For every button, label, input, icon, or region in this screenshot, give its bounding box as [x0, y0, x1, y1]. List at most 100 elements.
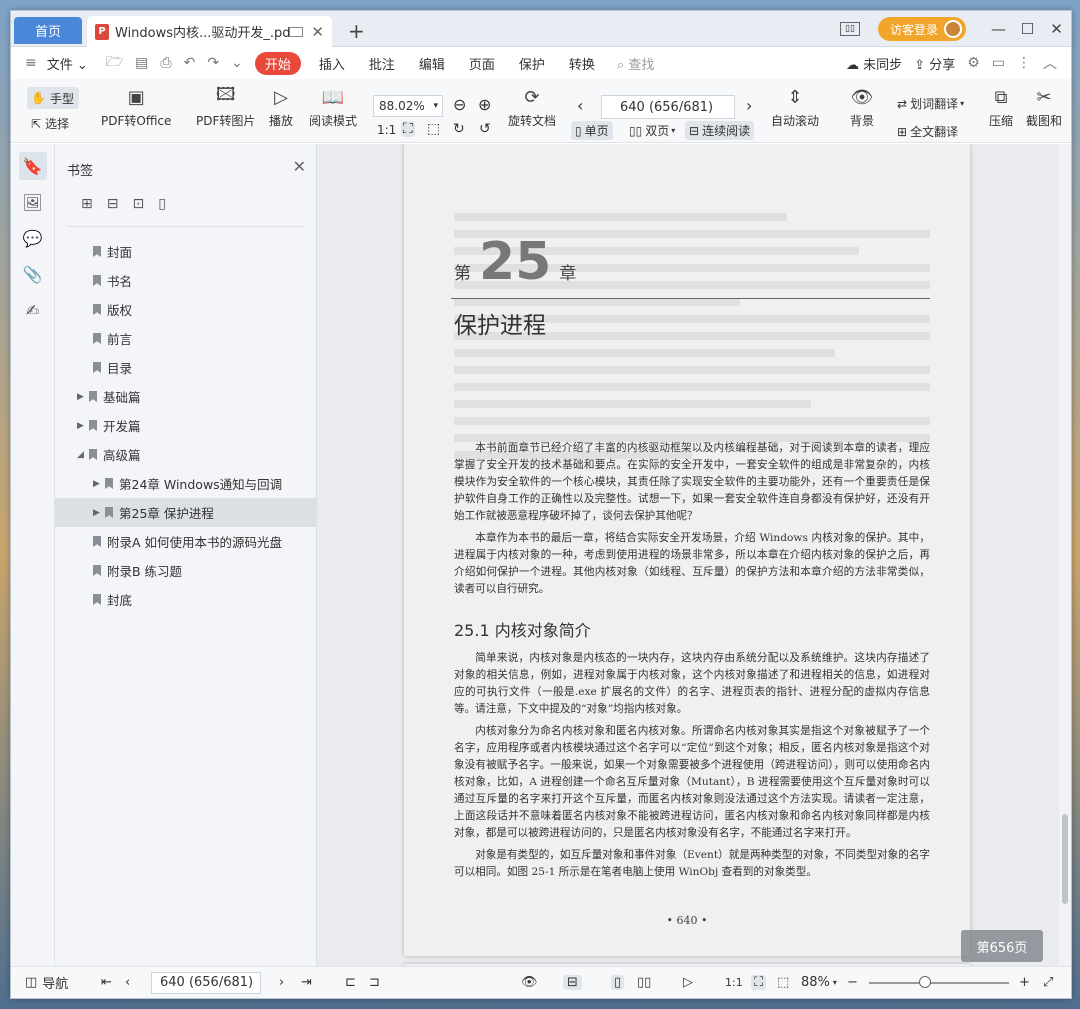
- expand-arrow-icon[interactable]: ▶: [93, 479, 103, 489]
- bookmark-item[interactable]: 前言: [55, 324, 316, 353]
- previous-page-icon[interactable]: ‹: [125, 975, 130, 990]
- visitor-login-button[interactable]: 访客登录: [877, 17, 966, 41]
- bookmark-item[interactable]: 目录: [55, 353, 316, 382]
- sync-status[interactable]: ☁ 未同步: [846, 54, 902, 73]
- comment-icon[interactable]: 💬: [19, 224, 47, 252]
- select-tool-button[interactable]: ⇱ 选择: [31, 115, 69, 132]
- bookmark-item[interactable]: ▶ 第24章 Windows通知与回调: [55, 469, 316, 498]
- single-page-icon[interactable]: ▯: [611, 975, 625, 990]
- background-button[interactable]: 👁 背景: [849, 85, 875, 129]
- expand-arrow-icon[interactable]: ▶: [77, 421, 87, 431]
- settings-icon[interactable]: ⚙: [967, 55, 980, 71]
- save-icon[interactable]: ▤: [135, 55, 148, 71]
- document-tab[interactable]: P Windows内核...驱动开发_.pdf ✕: [87, 16, 332, 47]
- bookmark-icon[interactable]: 🔖: [18, 152, 47, 180]
- eye-protection-icon[interactable]: 👁: [521, 975, 538, 990]
- vertical-scrollbar[interactable]: [1059, 144, 1071, 966]
- double-page-button[interactable]: ▯▯ 双页 ▾: [629, 122, 675, 139]
- close-window-button[interactable]: ✕: [1042, 20, 1071, 38]
- continuous-reading-button[interactable]: ⊟ 连续阅读: [685, 121, 755, 140]
- rotate-left-icon[interactable]: ↻: [453, 121, 465, 137]
- expand-arrow-icon[interactable]: ▶: [93, 508, 103, 518]
- full-translate-button[interactable]: ⊞ 全文翻译: [897, 123, 958, 140]
- forward-icon[interactable]: ⊐: [369, 975, 380, 990]
- minimize-button[interactable]: —: [984, 20, 1013, 38]
- navigation-toggle[interactable]: ◫ 导航: [25, 973, 68, 992]
- open-folder-icon[interactable]: 🗁: [106, 51, 123, 75]
- zoom-in-icon[interactable]: ⊕: [478, 95, 491, 114]
- menu-protect[interactable]: 保护: [519, 54, 545, 73]
- zoom-select[interactable]: 88.02% ▾: [373, 95, 443, 117]
- home-tab[interactable]: 首页: [14, 17, 82, 44]
- thumbnail-icon[interactable]: 🖼: [19, 188, 47, 216]
- last-page-icon[interactable]: ⇥: [301, 975, 312, 990]
- back-icon[interactable]: ⊏: [345, 975, 356, 990]
- fit-width-icon[interactable]: ⬚: [777, 975, 789, 990]
- bookmark-item[interactable]: 书名: [55, 266, 316, 295]
- next-page-icon[interactable]: ›: [279, 975, 284, 990]
- rotate-document-button[interactable]: ⟳ 旋转文档: [508, 85, 556, 129]
- more-icon[interactable]: ⋮: [1017, 55, 1031, 71]
- play-button[interactable]: ▷ 播放: [268, 85, 294, 129]
- collapse-arrow-icon[interactable]: ◢: [77, 450, 87, 460]
- menu-page[interactable]: 页面: [469, 54, 495, 73]
- bookmark-item[interactable]: 封底: [55, 585, 316, 614]
- add-bookmark-icon[interactable]: ⊟: [107, 196, 119, 212]
- bookmark-item[interactable]: 附录A 如何使用本书的源码光盘: [55, 527, 316, 556]
- collapse-ribbon-icon[interactable]: ︿: [1043, 53, 1057, 73]
- word-translate-button[interactable]: ⇄ 划词翻译 ▾: [897, 95, 964, 112]
- fit-width-icon[interactable]: ⬚: [427, 121, 440, 137]
- page-number-input[interactable]: 640 (656/681): [601, 95, 735, 119]
- zoom-dropdown[interactable]: 88% ▾: [801, 975, 837, 990]
- comment-icon[interactable]: ▭: [992, 55, 1005, 71]
- fit-page-icon[interactable]: ⛶: [751, 975, 767, 990]
- add-child-bookmark-icon[interactable]: ⊞: [81, 196, 93, 212]
- bookmark-item[interactable]: ◢ 高级篇: [55, 440, 316, 469]
- new-tab-button[interactable]: +: [348, 19, 365, 43]
- menu-convert[interactable]: 转换: [569, 54, 595, 73]
- double-page-icon[interactable]: ▯▯: [637, 975, 651, 990]
- bookmark-item[interactable]: 附录B 练习题: [55, 556, 316, 585]
- menu-file[interactable]: 文件 ⌄: [47, 54, 88, 73]
- bookmark-add-icon[interactable]: ⊡: [132, 196, 144, 212]
- share-button[interactable]: ⇪ 分享: [914, 54, 955, 73]
- rotate-right-icon[interactable]: ↺: [479, 121, 491, 137]
- close-tab-icon[interactable]: ✕: [311, 23, 324, 41]
- signature-icon[interactable]: ✍: [19, 296, 47, 324]
- previous-page-icon[interactable]: ‹: [577, 96, 583, 115]
- first-page-icon[interactable]: ⇤: [101, 975, 112, 990]
- actual-size-icon[interactable]: 1:1: [725, 976, 743, 989]
- tab-layout-icon[interactable]: ▯▯: [839, 22, 860, 36]
- bookmark-item[interactable]: 封面: [55, 237, 316, 266]
- actual-size-icon[interactable]: 1:1: [377, 123, 396, 137]
- scrollbar-thumb[interactable]: [1062, 814, 1068, 904]
- expand-arrow-icon[interactable]: ▶: [77, 392, 87, 402]
- menu-annotate[interactable]: 批注: [369, 54, 395, 73]
- bookmark-remove-icon[interactable]: ▯: [158, 196, 166, 212]
- zoom-out-icon[interactable]: −: [847, 975, 858, 990]
- zoom-in-icon[interactable]: +: [1019, 975, 1030, 990]
- print-icon[interactable]: ⎙: [160, 55, 171, 71]
- attachment-icon[interactable]: 📎: [19, 260, 47, 288]
- pdf-to-image-button[interactable]: 🖾 PDF转图片: [196, 84, 255, 129]
- compress-button[interactable]: ⧉ 压缩: [988, 85, 1014, 129]
- bookmark-item[interactable]: 版权: [55, 295, 316, 324]
- bookmark-item-selected[interactable]: ▶ 第25章 保护进程: [55, 498, 317, 527]
- continuous-icon[interactable]: ⊟: [563, 975, 582, 990]
- screenshot-button[interactable]: ✂ 截图和: [1026, 85, 1062, 129]
- single-page-button[interactable]: ▯ 单页: [571, 121, 613, 140]
- float-window-icon[interactable]: [289, 26, 304, 37]
- play-icon[interactable]: ▷: [683, 975, 693, 990]
- menu-insert[interactable]: 插入: [319, 54, 345, 73]
- hand-tool-button[interactable]: ✋ 手型: [27, 87, 79, 109]
- reading-mode-button[interactable]: 📖 阅读模式: [309, 85, 357, 129]
- menu-edit[interactable]: 编辑: [419, 54, 445, 73]
- pdf-to-office-button[interactable]: ▣ PDF转Office: [101, 85, 171, 129]
- zoom-slider-handle[interactable]: [919, 976, 931, 988]
- document-viewport[interactable]: 第 25 章 保护进程 本书前面章节已经介绍了丰富的内核驱动框架以及内核编程基础…: [317, 144, 1059, 966]
- zoom-slider[interactable]: [869, 976, 1009, 988]
- hamburger-menu-icon[interactable]: ≡: [25, 55, 37, 71]
- fit-page-icon[interactable]: ⛶: [401, 121, 415, 137]
- maximize-button[interactable]: ☐: [1013, 20, 1042, 38]
- search-box[interactable]: ⌕ 查找: [617, 54, 654, 73]
